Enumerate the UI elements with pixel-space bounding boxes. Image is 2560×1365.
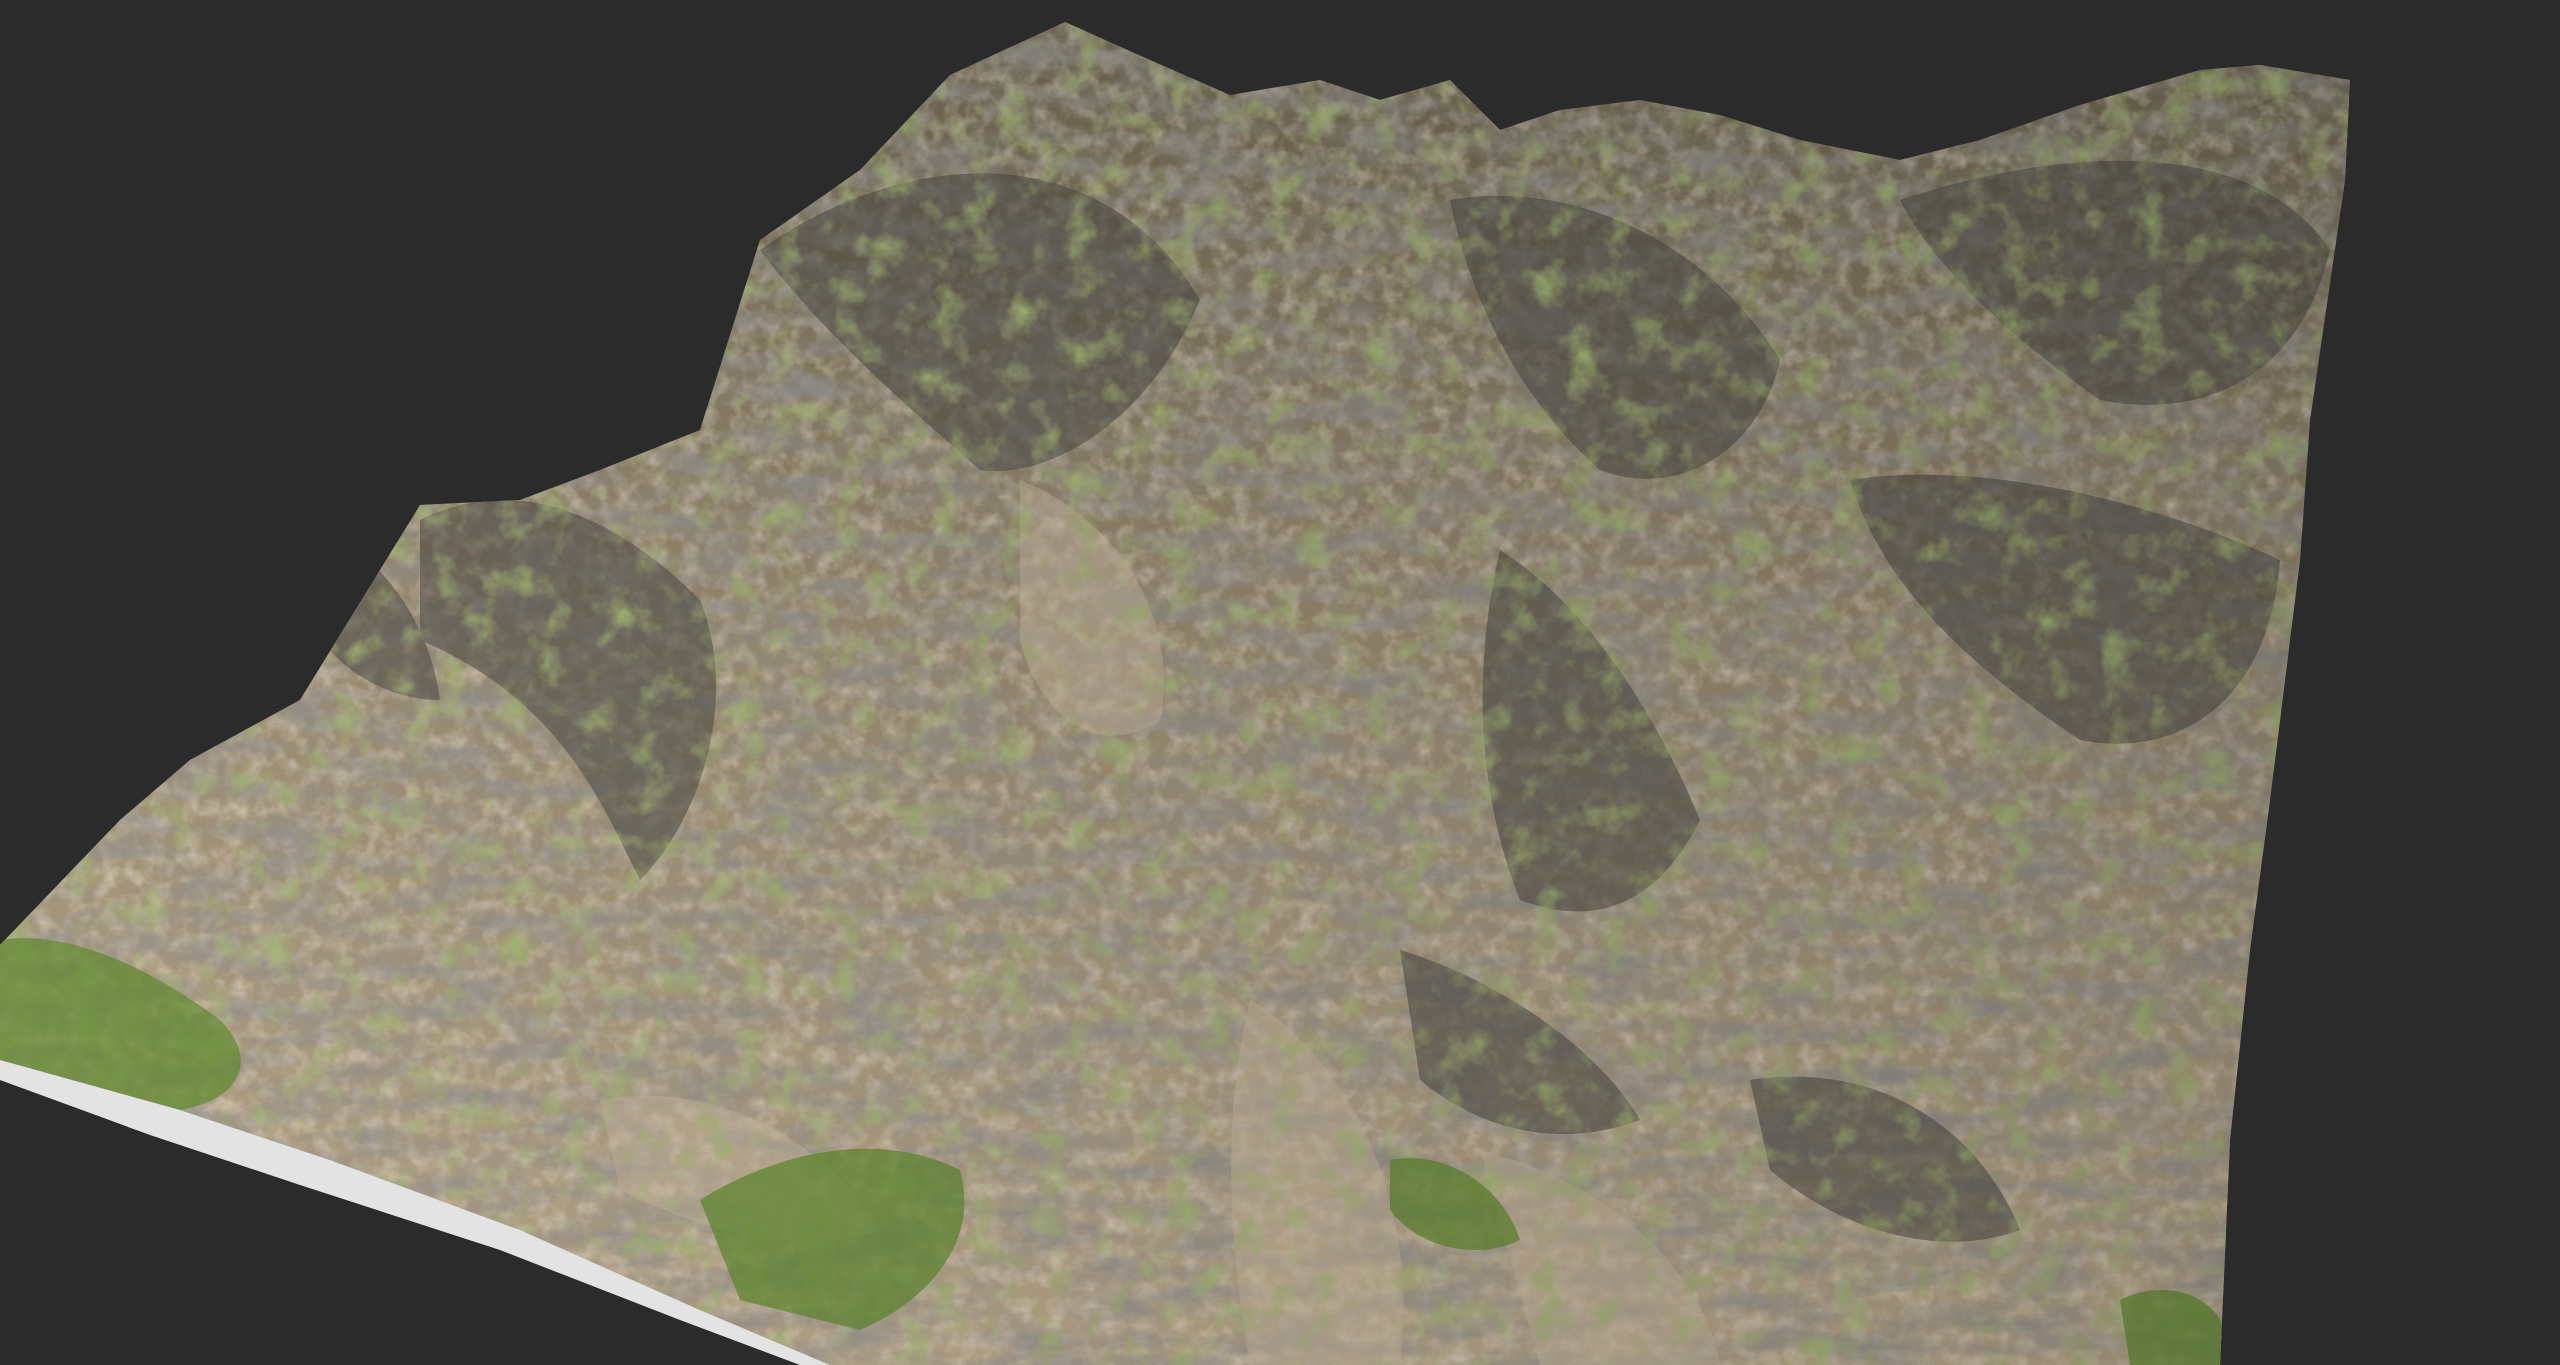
3d-viewport[interactable] (0, 0, 2560, 1365)
terrain-surface (0, 22, 2350, 1365)
terrain-mesh[interactable] (0, 0, 2560, 1365)
